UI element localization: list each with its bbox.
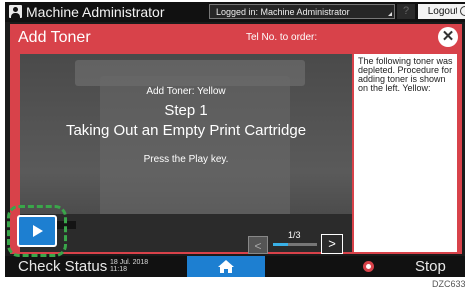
logged-in-box[interactable]: Logged in: Machine Administrator xyxy=(209,4,395,19)
add-toner-dialog: Add Toner Tel No. to order: ✕ Add Toner:… xyxy=(10,24,462,254)
previous-step-button[interactable]: < xyxy=(248,236,268,254)
play-icon xyxy=(33,225,43,237)
dialog-title: Add Toner xyxy=(18,29,91,46)
stop-button[interactable]: Stop xyxy=(415,258,446,276)
page-indicator: 1/3 xyxy=(288,230,301,240)
bottom-bar: Check Status 18 Jul. 2018 11:18 Stop xyxy=(5,256,465,277)
close-button[interactable]: ✕ xyxy=(438,27,458,47)
date-time: 18 Jul. 2018 11:18 xyxy=(110,259,148,273)
tel-no-label: Tel No. to order: xyxy=(246,32,318,43)
home-icon xyxy=(218,260,234,273)
step-number: Step 1 xyxy=(164,102,208,119)
info-panel: The following toner was depleted. Proced… xyxy=(354,54,457,252)
play-button[interactable] xyxy=(17,215,57,247)
logged-in-text: Logged in: Machine Administrator xyxy=(216,7,350,17)
device-screen: Machine Administrator Logged in: Machine… xyxy=(5,2,465,277)
step-progress-bar xyxy=(273,243,317,246)
check-status-button[interactable]: Check Status xyxy=(18,258,107,276)
figure-code: DZC633 xyxy=(432,279,465,289)
step-title: Taking Out an Empty Print Cartridge xyxy=(65,122,307,139)
time-text: 11:18 xyxy=(110,266,127,273)
admin-label: Machine Administrator xyxy=(26,4,165,20)
top-bar: Machine Administrator Logged in: Machine… xyxy=(5,2,465,22)
info-text: The following toner was depleted. Proced… xyxy=(358,56,453,93)
next-step-button[interactable]: > xyxy=(321,234,343,254)
video-controls-bar xyxy=(20,214,352,252)
help-button[interactable]: ? xyxy=(397,4,415,19)
press-play-hint: Press the Play key. xyxy=(143,154,229,165)
home-button[interactable] xyxy=(187,256,265,277)
date-text: 18 Jul. 2018 xyxy=(110,259,149,266)
power-button[interactable] xyxy=(457,4,465,19)
toner-color-label: Add Toner: Yellow xyxy=(146,86,226,97)
power-icon xyxy=(460,6,465,16)
close-icon: ✕ xyxy=(441,28,455,45)
stop-icon xyxy=(363,261,374,272)
expand-corner-icon xyxy=(388,12,392,16)
video-panel[interactable]: Add Toner: Yellow Step 1 Taking Out an E… xyxy=(20,54,352,252)
step-progress-fill xyxy=(273,243,288,246)
person-icon xyxy=(9,5,22,18)
